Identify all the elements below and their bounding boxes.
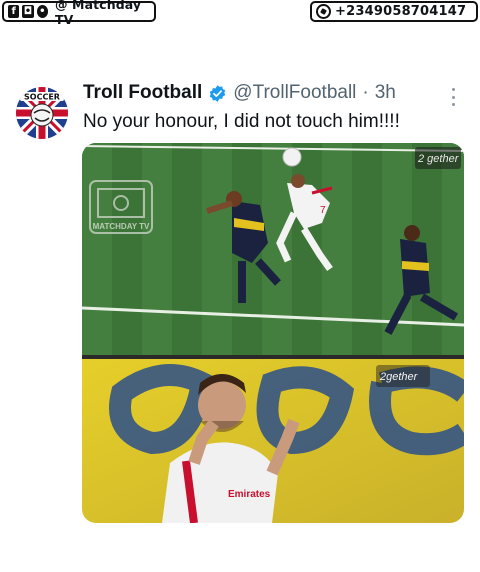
author-handle[interactable]: @TrollFootball xyxy=(233,82,356,104)
bottom-photo: Emirates 2gether xyxy=(82,359,464,523)
watermark-phone: +2349058704147 xyxy=(335,4,467,19)
tweet-text: No your honour, I did not touch him!!!! xyxy=(83,111,400,132)
sponsor-text: Emirates xyxy=(228,489,271,500)
avatar[interactable]: SOCCER xyxy=(16,87,68,139)
more-options-icon[interactable] xyxy=(452,88,456,106)
verified-badge-icon xyxy=(210,84,226,102)
facebook-icon: f xyxy=(8,5,20,18)
author-name[interactable]: Troll Football xyxy=(83,82,202,104)
tweet-media[interactable]: 7 MATCHDAY TV 2 gether Emirates 2gether xyxy=(82,143,464,523)
instagram-icon: ◘ xyxy=(22,5,34,18)
top-photo: 7 MATCHDAY TV 2 gether xyxy=(82,143,464,355)
channel-logo-top: 2 gether xyxy=(417,153,460,165)
twitter-icon: • xyxy=(36,5,48,18)
avatar-label: SOCCER xyxy=(24,93,60,102)
matchday-watermark: MATCHDAY TV xyxy=(93,222,150,231)
watermark-phone-bar: +2349058704147 xyxy=(310,1,478,22)
tweet-time[interactable]: 3h xyxy=(375,82,396,104)
watermark-social-bar: f ◘ • @ Matchday TV xyxy=(2,0,156,27)
watermark-handle: @ Matchday TV xyxy=(54,0,142,27)
player-number: 7 xyxy=(320,205,326,216)
whatsapp-icon xyxy=(316,4,331,19)
tweet-header: Troll Football @TrollFootball · 3h xyxy=(83,82,396,104)
separator-dot: · xyxy=(362,82,369,103)
channel-logo-bottom: 2gether xyxy=(379,371,419,383)
